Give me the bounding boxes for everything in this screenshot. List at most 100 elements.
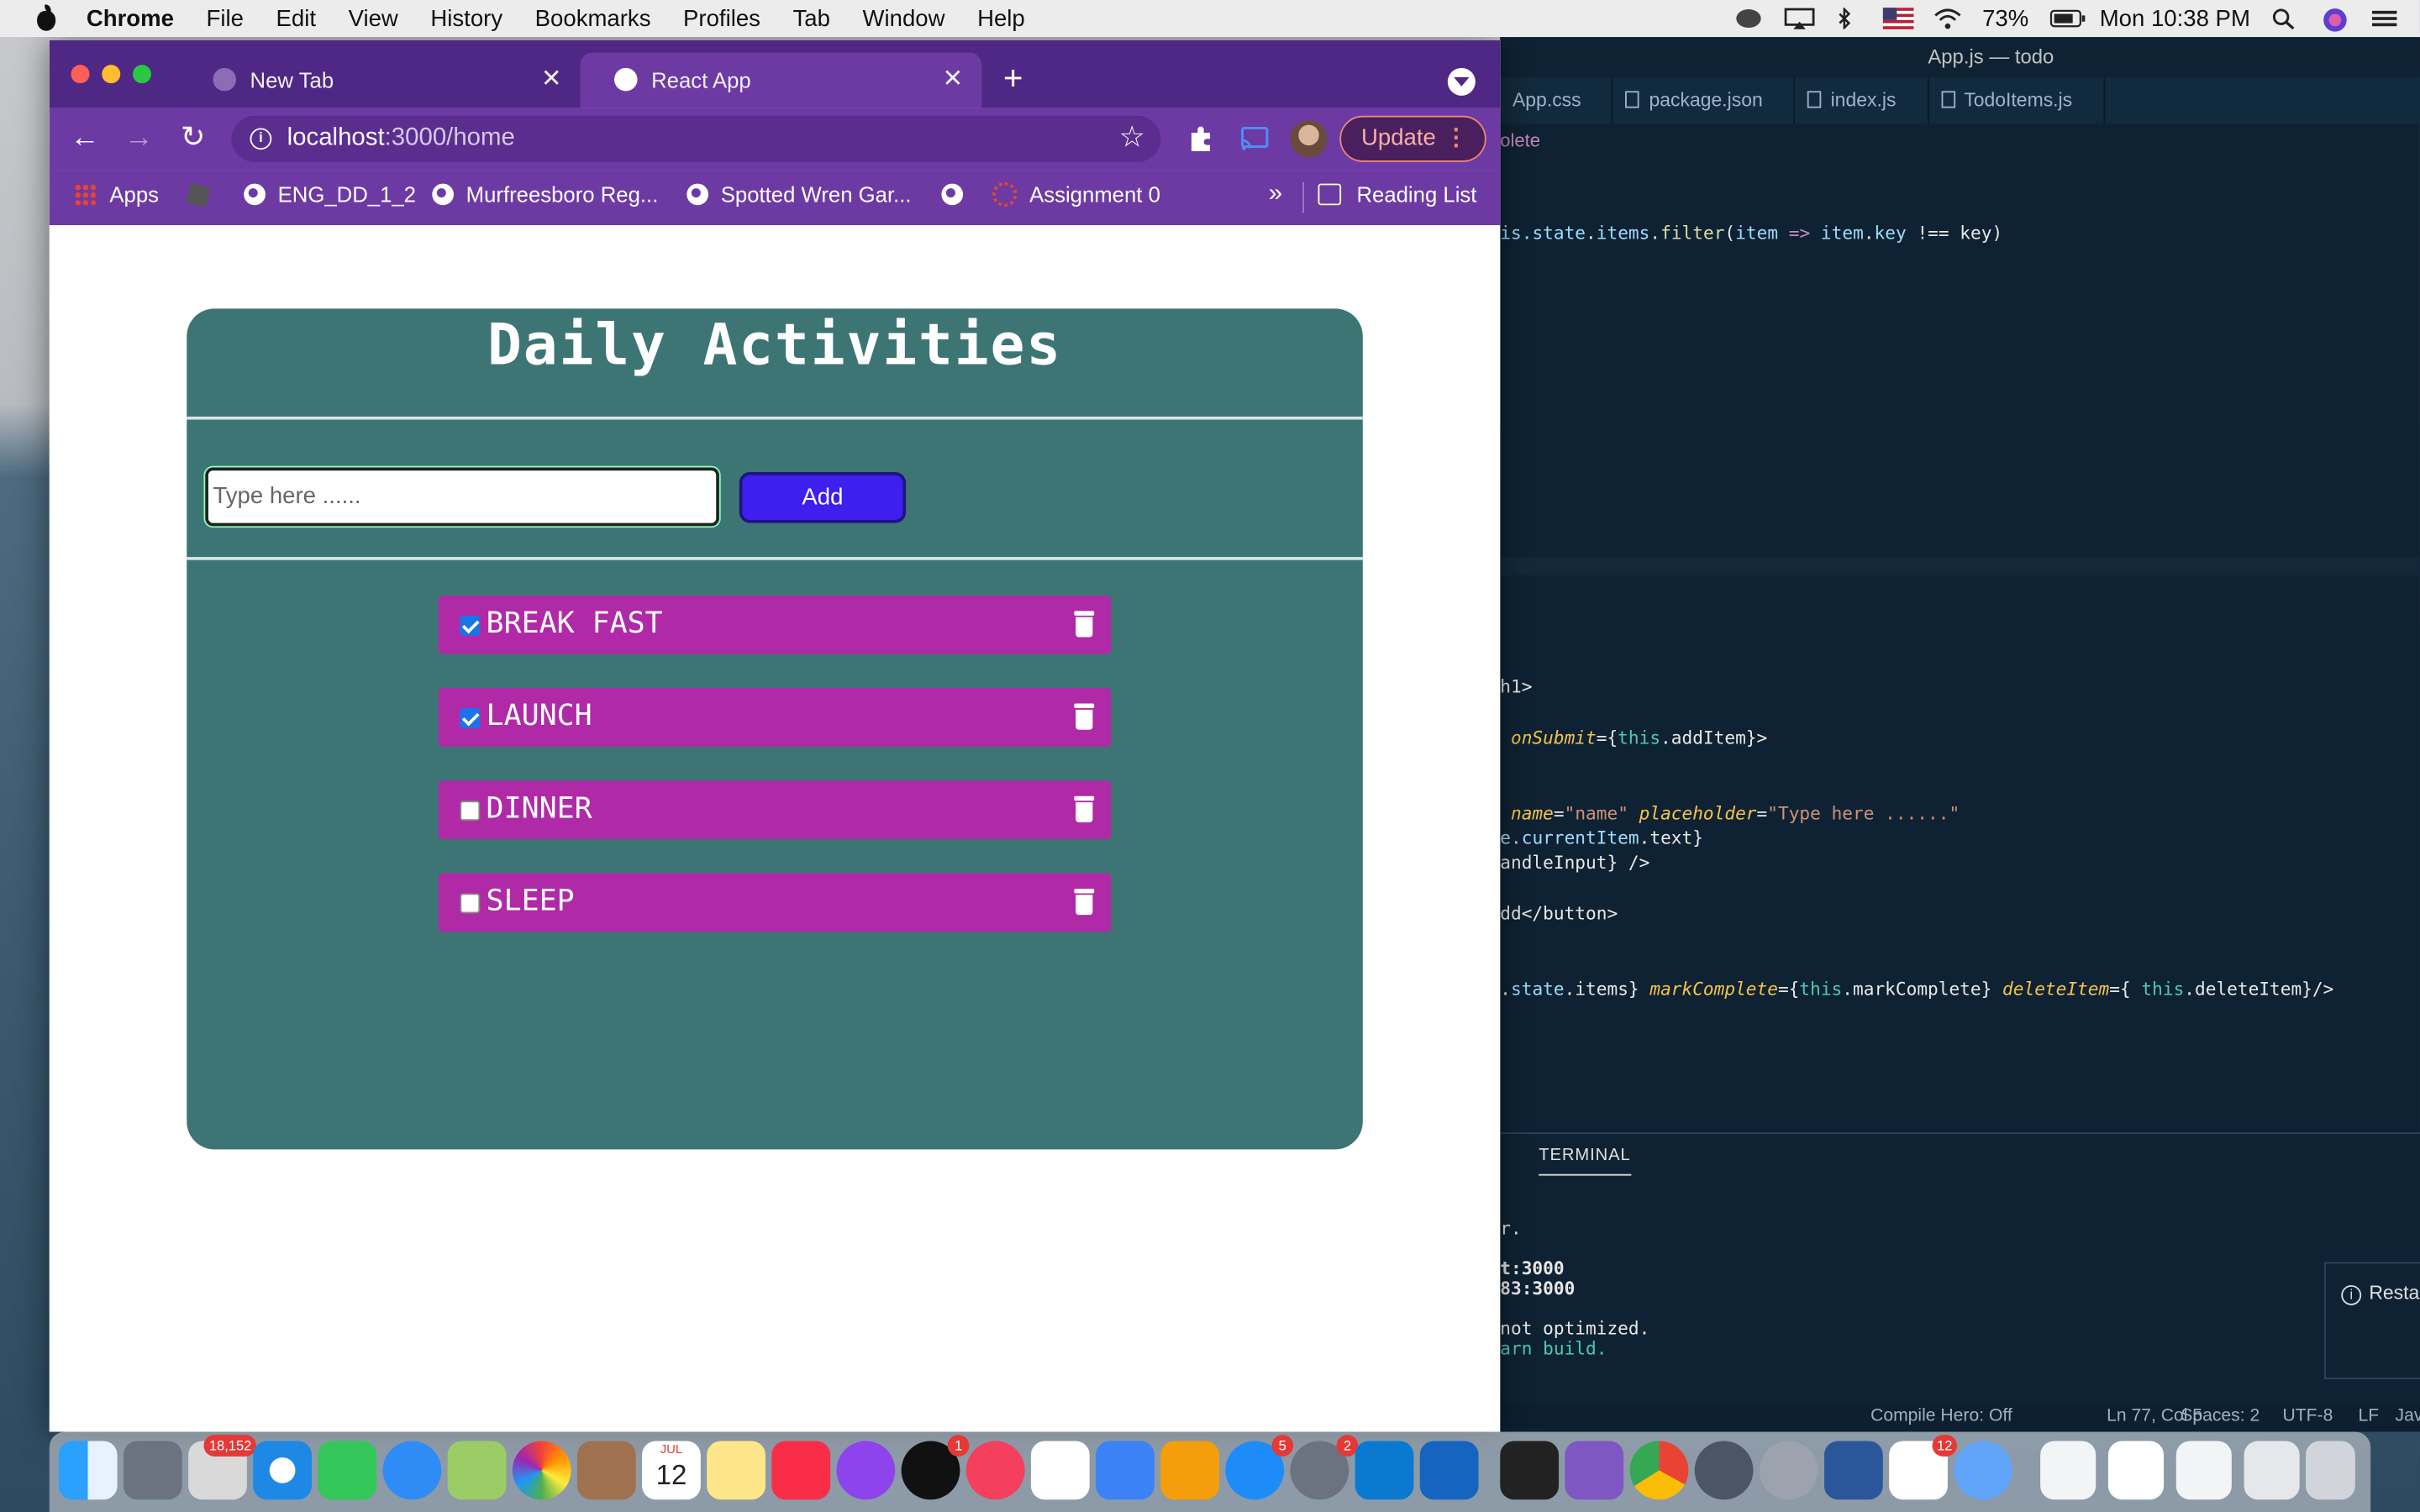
forward-arrow-icon[interactable]: →: [120, 120, 157, 157]
bookmark-murfreesboro[interactable]: Murfreesboro Reg...: [432, 170, 658, 225]
zoom-window-button[interactable]: [132, 65, 151, 84]
elephant-app-icon[interactable]: [1759, 1441, 1818, 1500]
reload-icon[interactable]: ↻: [175, 120, 212, 157]
security-app-icon[interactable]: [1694, 1441, 1754, 1500]
reading-list-button[interactable]: Reading List: [1318, 170, 1476, 225]
notification-toast[interactable]: i Resta: [2324, 1262, 2420, 1380]
menu-bookmarks[interactable]: Bookmarks: [535, 5, 651, 31]
profile-avatar[interactable]: [1290, 120, 1328, 158]
bookmark-apps[interactable]: Apps: [74, 170, 159, 225]
vscode-tab-todoitems-js[interactable]: TodoItems.js: [1928, 76, 2105, 123]
address-bar[interactable]: i localhost:3000/home ☆: [231, 115, 1161, 162]
contacts-icon[interactable]: [576, 1441, 636, 1500]
close-tab-icon[interactable]: ✕: [942, 52, 963, 108]
update-button[interactable]: Update ⋮: [1339, 115, 1486, 162]
folder-app-icon[interactable]: [1419, 1441, 1479, 1500]
tab-terminal[interactable]: TERMINAL: [1539, 1147, 1631, 1176]
breadcrumb[interactable]: olete: [1500, 129, 1540, 151]
add-button[interactable]: Add: [739, 472, 907, 523]
bookmark-globe[interactable]: [941, 170, 975, 225]
menu-tab[interactable]: Tab: [793, 5, 830, 31]
status-eol[interactable]: LF: [2358, 1407, 2379, 1425]
item-checkbox[interactable]: [460, 708, 481, 728]
trash-icon[interactable]: [1074, 611, 1095, 638]
menu-history[interactable]: History: [430, 5, 502, 31]
photos-icon[interactable]: [512, 1441, 571, 1500]
minimized-window-thumbnail[interactable]: [2244, 1441, 2300, 1500]
numbers-icon[interactable]: [1030, 1441, 1090, 1500]
menu-file[interactable]: File: [207, 5, 244, 31]
extensions-puzzle-icon[interactable]: [1186, 123, 1217, 155]
status-spaces[interactable]: Spaces: 2: [2181, 1407, 2260, 1425]
podcasts-icon[interactable]: [836, 1441, 896, 1500]
trash-bin-icon[interactable]: [2306, 1441, 2355, 1500]
pages-icon[interactable]: [1160, 1441, 1219, 1500]
control-center-icon[interactable]: [2370, 8, 2402, 29]
word-icon[interactable]: [1823, 1441, 1883, 1500]
elephant-status-icon[interactable]: [1735, 8, 1766, 29]
mail-stamps-icon[interactable]: 18,152: [188, 1435, 256, 1500]
safari-icon[interactable]: [253, 1441, 313, 1500]
minimized-window-thumbnail[interactable]: [2175, 1441, 2232, 1500]
apple-logo-icon[interactable]: [34, 4, 58, 31]
menu-help[interactable]: Help: [977, 5, 1025, 31]
bookmark-spotted-wren[interactable]: Spotted Wren Gar...: [687, 170, 912, 225]
maps-icon[interactable]: [447, 1441, 507, 1500]
close-tab-icon[interactable]: ✕: [541, 52, 562, 108]
music-icon[interactable]: [771, 1441, 831, 1500]
bluetooth-icon[interactable]: [1834, 6, 1865, 31]
battery-icon[interactable]: [2050, 8, 2086, 29]
slack-icon[interactable]: 12: [1889, 1435, 1957, 1500]
siri-icon[interactable]: [2321, 8, 2352, 32]
airplay-icon[interactable]: [1785, 8, 1816, 29]
item-checkbox[interactable]: [460, 801, 481, 822]
new-tab-plus-icon[interactable]: +: [1003, 57, 1023, 100]
trash-icon[interactable]: [1074, 888, 1095, 916]
menu-edit[interactable]: Edit: [276, 5, 316, 31]
vscode-tab-package-json[interactable]: package.json: [1613, 76, 1796, 123]
close-window-button[interactable]: [71, 65, 90, 84]
spotlight-search-icon[interactable]: [2272, 8, 2303, 30]
apple-tv-icon[interactable]: 1: [901, 1435, 970, 1500]
vscode-icon[interactable]: [1355, 1441, 1414, 1500]
us-flag-icon[interactable]: [1883, 8, 1915, 29]
news-icon[interactable]: [965, 1441, 1025, 1500]
status-encoding[interactable]: UTF-8: [2282, 1407, 2333, 1425]
vscode-tab-index-js[interactable]: index.js: [1795, 76, 1929, 123]
bookmarks-overflow-chevron[interactable]: »: [1269, 170, 1282, 225]
tab-new-tab[interactable]: New Tab ✕: [179, 52, 581, 108]
tab-react-app[interactable]: React App ✕: [580, 52, 982, 108]
bookmark-eng-dd[interactable]: ENG_DD_1_2: [244, 170, 416, 225]
bookmark-star-icon[interactable]: ☆: [1119, 116, 1145, 162]
trash-icon[interactable]: [1074, 703, 1095, 730]
elephant-app-icon-2[interactable]: [1954, 1441, 2013, 1500]
minimize-window-button[interactable]: [102, 65, 121, 84]
keynote-icon[interactable]: [1096, 1441, 1155, 1500]
finder-icon[interactable]: [58, 1441, 118, 1500]
wifi-icon[interactable]: [1933, 8, 1964, 29]
launchpad-icon[interactable]: [123, 1441, 182, 1500]
menu-profiles[interactable]: Profiles: [683, 5, 760, 31]
minimized-window-thumbnail[interactable]: [2040, 1441, 2096, 1500]
app-store-icon[interactable]: 5: [1225, 1435, 1294, 1500]
menu-window[interactable]: Window: [863, 5, 945, 31]
visual-studio-icon[interactable]: [1565, 1441, 1624, 1500]
trash-icon[interactable]: [1074, 795, 1095, 822]
vscode-tab-app-css[interactable]: App.css: [1500, 76, 1614, 123]
site-info-icon[interactable]: i: [250, 128, 272, 150]
notes-icon[interactable]: [707, 1441, 766, 1500]
tab-search-chevron-icon[interactable]: [1447, 67, 1476, 96]
calendar-icon[interactable]: JUL 12: [642, 1441, 701, 1500]
menu-view[interactable]: View: [349, 5, 398, 31]
item-checkbox[interactable]: [460, 615, 481, 636]
back-arrow-icon[interactable]: ←: [66, 120, 103, 157]
item-checkbox[interactable]: [460, 893, 481, 914]
status-language[interactable]: Jav: [2396, 1407, 2420, 1425]
more-menu-icon[interactable]: ⋮: [1444, 118, 1468, 160]
messages-icon[interactable]: [382, 1441, 442, 1500]
clock[interactable]: Mon 10:38 PM: [2100, 5, 2250, 31]
bookmark-roblox[interactable]: [186, 170, 211, 225]
status-compile-hero[interactable]: Compile Hero: Off: [1870, 1407, 2012, 1425]
system-preferences-icon[interactable]: 2: [1290, 1435, 1359, 1500]
terminal-icon[interactable]: [1500, 1441, 1560, 1500]
